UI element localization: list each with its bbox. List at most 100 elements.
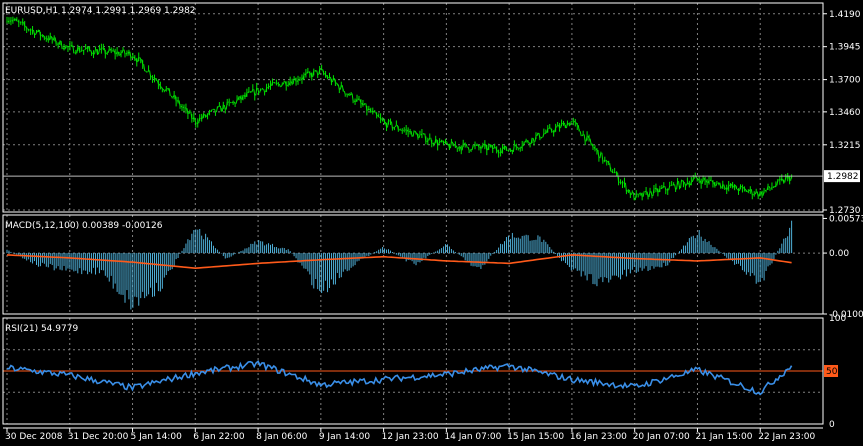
price-candle-body — [620, 182, 621, 183]
price-candle-body — [610, 163, 611, 171]
price-candle-body — [494, 147, 495, 149]
price-candle-body — [226, 102, 227, 110]
price-candle-body — [590, 139, 591, 144]
price-candle-body — [8, 21, 9, 22]
price-candle-body — [277, 83, 278, 84]
price-candle-body — [250, 92, 251, 93]
price-candle-body — [631, 192, 632, 194]
price-candle-body — [649, 191, 650, 197]
price-candle-body — [201, 118, 202, 119]
price-candle-body — [181, 106, 182, 107]
price-candle-body — [582, 134, 583, 136]
price-candle-body — [564, 123, 565, 128]
rsi-panel-title: RSI(21) 54.9779 — [5, 324, 78, 334]
price-y-tick-label: 1.4190 — [829, 10, 861, 20]
price-candle-body — [364, 103, 365, 105]
price-candle-body — [653, 189, 654, 196]
price-candle-body — [679, 181, 680, 188]
price-candle-body — [781, 179, 782, 180]
macd-panel-title: MACD(5,12,100) 0.00389 -0.00126 — [5, 221, 163, 231]
price-candle-body — [175, 95, 176, 101]
price-candle-body — [323, 69, 324, 73]
x-tick-label: 15 Jan 15:00 — [507, 432, 564, 442]
price-candle-body — [736, 185, 737, 189]
price-candle-body — [549, 128, 550, 129]
rsi-y-tick-label: 0 — [829, 420, 835, 430]
price-candle-body — [771, 188, 772, 189]
price-candle-body — [218, 106, 219, 107]
price-candle-body — [142, 59, 143, 64]
price-candle-body — [694, 177, 695, 179]
price-candle-body — [395, 125, 396, 127]
price-candle-body — [49, 36, 50, 40]
chart-window: 1.41901.39451.37001.34601.32151.27300.00… — [0, 0, 863, 442]
price-candle-body — [466, 144, 467, 147]
price-candle-body — [724, 185, 725, 188]
price-candle-body — [533, 138, 534, 142]
price-candle-body — [625, 183, 626, 192]
price-candle-body — [248, 92, 249, 93]
price-candle-body — [429, 138, 430, 141]
price-candle-body — [328, 77, 329, 78]
price-candle-body — [643, 191, 644, 196]
rsi-level-label: 50 — [826, 367, 838, 377]
price-candle-body — [51, 36, 52, 40]
price-y-tick-label: 1.3460 — [829, 108, 861, 118]
price-candle-body — [663, 186, 664, 188]
price-candle-body — [647, 192, 648, 197]
price-candle-body — [104, 48, 105, 54]
price-candle-body — [372, 111, 373, 112]
price-candle-body — [425, 134, 426, 142]
price-candle-body — [12, 20, 13, 21]
price-candle-body — [222, 105, 223, 112]
price-candle-body — [183, 107, 184, 108]
price-candle-body — [35, 32, 36, 35]
price-candle-body — [43, 35, 44, 38]
price-candle-body — [741, 186, 742, 187]
x-tick-label: 21 Jan 15:00 — [695, 432, 752, 442]
price-candle-body — [273, 82, 274, 83]
price-panel-title: EURUSD,H1 1.2974 1.2991 1.2969 1.2982 — [5, 6, 196, 16]
price-candle-body — [765, 190, 766, 191]
price-candle-body — [169, 88, 170, 96]
price-candle-body — [675, 184, 676, 189]
price-candle-body — [81, 51, 82, 52]
price-candle-body — [138, 57, 139, 62]
price-candle-body — [635, 194, 636, 200]
price-candle-body — [753, 194, 754, 195]
price-candle-body — [531, 138, 532, 144]
x-tick-label: 22 Jan 23:00 — [758, 432, 815, 442]
price-candle-body — [34, 30, 35, 35]
price-candle-body — [167, 88, 168, 89]
price-candle-body — [283, 81, 284, 84]
price-candle-body — [140, 57, 141, 59]
price-y-tick-label: 1.3215 — [829, 141, 861, 151]
price-candle-body — [254, 89, 255, 95]
price-candle-body — [368, 109, 369, 111]
price-candle-body — [539, 133, 540, 138]
price-candle-body — [468, 147, 469, 150]
price-candle-body — [187, 108, 188, 114]
rsi-y-tick-label: 100 — [829, 314, 846, 324]
price-candle-body — [606, 160, 607, 161]
x-tick-label: 16 Jan 23:00 — [570, 432, 627, 442]
price-candle-body — [342, 85, 343, 91]
price-candle-body — [541, 137, 542, 138]
x-tick-label: 12 Jan 23:00 — [382, 432, 439, 442]
price-candle-body — [618, 173, 619, 182]
price-candle-body — [417, 133, 418, 138]
price-candle-body — [108, 49, 109, 53]
price-candle-body — [452, 142, 453, 146]
price-candle-body — [28, 28, 29, 29]
grid — [3, 3, 823, 424]
price-candle-body — [684, 182, 685, 185]
price-candle-body — [415, 131, 416, 133]
price-candle-body — [677, 181, 678, 189]
price-candle-body — [537, 133, 538, 136]
price-candle-body — [435, 139, 436, 144]
price-candle-body — [287, 85, 288, 86]
price-candle-body — [755, 191, 756, 194]
price-candle-body — [332, 78, 333, 82]
price-candle-body — [65, 46, 66, 50]
price-candle-body — [358, 99, 359, 100]
